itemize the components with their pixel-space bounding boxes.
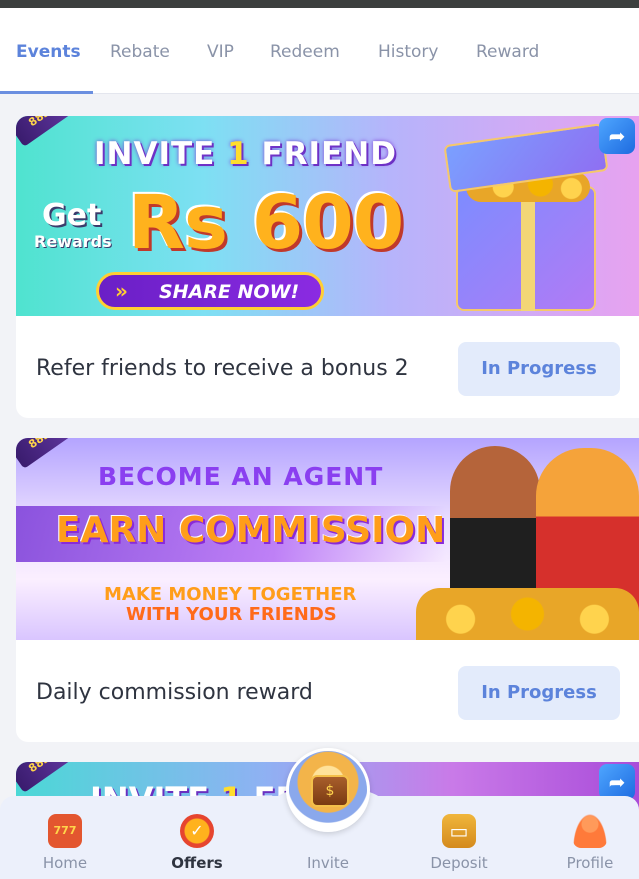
agent-commission-banner[interactable]: 883V BECOME AN AGENT EARN COMMISSION MAK… (16, 438, 639, 640)
top-status-strip (0, 0, 639, 8)
banner-get-text: Get (42, 198, 102, 233)
in-progress-button[interactable]: In Progress (458, 342, 620, 396)
share-icon[interactable]: ➦ (599, 118, 635, 154)
share-icon[interactable]: ➦ (599, 764, 635, 800)
coin-pile-illustration (416, 588, 639, 640)
brand-logo-text: 883V (26, 116, 59, 129)
nav-deposit[interactable]: ▭ Deposit (414, 814, 504, 872)
in-progress-button[interactable]: In Progress (458, 666, 620, 720)
gift-ribbon-illustration (521, 186, 535, 311)
event-description: Daily commission reward (36, 680, 313, 705)
banner-title-suffix: FRIEND (261, 136, 397, 172)
nav-home-label: Home (42, 854, 88, 872)
brand-ribbon: 883V (16, 116, 90, 147)
banner-title: INVITE 1 FRIEND (94, 136, 397, 172)
share-now-button[interactable]: » SHARE NOW! (96, 272, 324, 310)
tab-history[interactable]: History (378, 42, 438, 62)
banner-subtitle-line2: WITH YOUR FRIENDS (126, 604, 337, 625)
nav-home[interactable]: 777 Home (20, 814, 110, 872)
event-card-footer: Daily commission reward In Progress (16, 642, 639, 742)
banner-title-number: 1 (227, 136, 250, 172)
share-now-label: SHARE NOW! (159, 281, 300, 303)
tab-redeem[interactable]: Redeem (270, 42, 340, 62)
brand-logo-text: 883V (26, 762, 59, 775)
nav-invite-label[interactable]: Invite (282, 854, 374, 872)
banner-rewards-text: Rewards (34, 232, 112, 251)
brand-ribbon: 883V (16, 762, 90, 793)
offers-badge-icon: ✓ (180, 814, 214, 848)
nav-invite-button[interactable]: $ (286, 748, 370, 832)
treasure-chest-icon: $ (311, 775, 349, 807)
banner-reward-amount: Rs 600 (128, 180, 404, 266)
nav-offers-label: Offers (171, 854, 223, 872)
nav-profile[interactable]: Profile (545, 814, 635, 872)
double-chevron-right-icon: » (115, 279, 128, 303)
tab-rebate[interactable]: Rebate (110, 42, 170, 62)
wallet-icon: ▭ (442, 814, 476, 848)
brand-ribbon: 883V (16, 438, 90, 469)
banner-main-title: EARN COMMISSION (56, 510, 446, 551)
tab-vip[interactable]: VIP (207, 42, 234, 62)
event-description: Refer friends to receive a bonus 2 (36, 356, 409, 381)
event-card-footer: Refer friends to receive a bonus 2 In Pr… (16, 318, 639, 418)
active-tab-indicator (0, 91, 93, 94)
brand-logo-text: 883V (26, 438, 59, 451)
nav-profile-label: Profile (566, 854, 614, 872)
event-card-invite-friend[interactable]: 883V INVITE 1 FRIEND Get Rewards Rs 600 … (16, 116, 639, 418)
offers-tab-bar: Events Rebate VIP Redeem History Reward (0, 8, 639, 94)
tab-reward[interactable]: Reward (476, 42, 539, 62)
user-icon (573, 814, 607, 848)
invite-friend-banner[interactable]: 883V INVITE 1 FRIEND Get Rewards Rs 600 … (16, 116, 639, 316)
banner-subtitle-line1: MAKE MONEY TOGETHER (104, 584, 357, 605)
tab-events[interactable]: Events (16, 42, 81, 62)
slot-777-icon: 777 (48, 814, 82, 848)
banner-title-prefix: INVITE (94, 136, 216, 172)
banner-headline: BECOME AN AGENT (98, 462, 384, 491)
nav-deposit-label: Deposit (430, 854, 488, 872)
event-card-agent-commission[interactable]: 883V BECOME AN AGENT EARN COMMISSION MAK… (16, 438, 639, 742)
nav-offers[interactable]: ✓ Offers (152, 814, 242, 872)
